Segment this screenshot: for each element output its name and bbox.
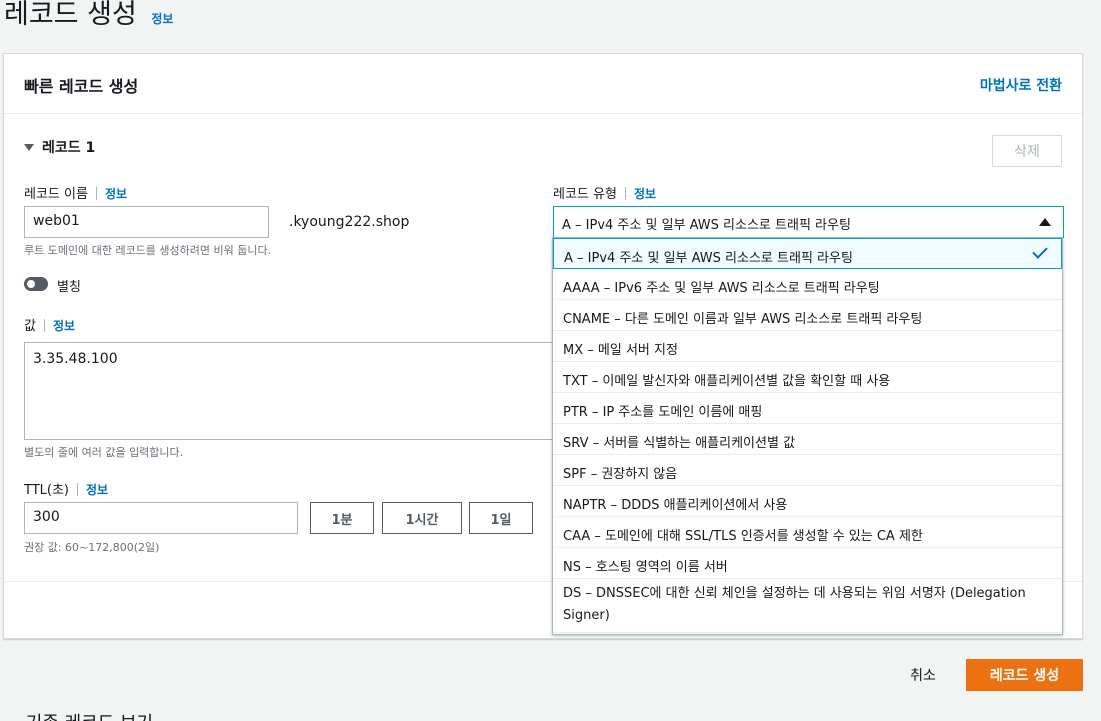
- toggle-knob: [27, 280, 35, 288]
- value-hint: 별도의 줄에 여러 값을 입력합니다.: [24, 446, 184, 459]
- page-title: 레코드 생성 정보: [4, 0, 173, 31]
- option-srv[interactable]: SRV – 서버를 식별하는 애플리케이션별 값: [553, 424, 1062, 455]
- ttl-1-minute-button[interactable]: 1분: [310, 502, 374, 534]
- delete-button[interactable]: 삭제: [992, 135, 1062, 167]
- record-type-select[interactable]: A – IPv4 주소 및 일부 AWS 리소스로 트래픽 라우팅: [553, 206, 1064, 238]
- ttl-input[interactable]: 300: [24, 502, 298, 534]
- caret-down-icon: [24, 143, 34, 151]
- value-info-link[interactable]: 정보: [53, 319, 75, 333]
- option-aaaa[interactable]: AAAA – IPv6 주소 및 일부 AWS 리소스로 트래픽 라우팅: [553, 269, 1062, 300]
- value-label-text: 값: [24, 319, 36, 334]
- page-title-text: 레코드 생성: [4, 0, 137, 30]
- record-type-selected-text: A – IPv4 주소 및 일부 AWS 리소스로 트래픽 라우팅: [562, 218, 851, 233]
- page-info-link[interactable]: 정보: [151, 12, 173, 26]
- record-header-label: 레코드 1: [42, 140, 96, 156]
- option-a[interactable]: A – IPv4 주소 및 일부 AWS 리소스로 트래픽 라우팅: [553, 238, 1062, 269]
- record-name-info-link[interactable]: 정보: [105, 187, 127, 201]
- option-caa[interactable]: CAA – 도메인에 대해 SSL/TLS 인증서를 생성할 수 있는 CA 제…: [553, 517, 1062, 548]
- option-spf[interactable]: SPF – 권장하지 않음: [553, 455, 1062, 486]
- record-type-label-text: 레코드 유형: [553, 187, 617, 202]
- ttl-1-hour-button[interactable]: 1시간: [382, 502, 462, 534]
- ttl-hint: 권장 값: 60~172,800(2일): [24, 541, 160, 554]
- option-label: A – IPv4 주소 및 일부 AWS 리소스로 트래픽 라우팅: [564, 251, 853, 266]
- record-type-label: 레코드 유형 정보: [553, 183, 656, 202]
- record-name-hint: 루트 도메인에 대한 레코드를 생성하려면 비워 둡니다.: [24, 244, 272, 257]
- option-naptr[interactable]: NAPTR – DDDS 애플리케이션에서 사용: [553, 486, 1062, 517]
- option-ptr[interactable]: PTR – IP 주소를 도메인 이름에 매핑: [553, 393, 1062, 424]
- cancel-button[interactable]: 취소: [896, 660, 950, 690]
- domain-suffix: .kyoung222.shop: [289, 214, 410, 230]
- switch-to-wizard-link[interactable]: 마법사로 전환: [980, 75, 1062, 95]
- ttl-label-text: TTL(초): [24, 483, 69, 498]
- ttl-info-link[interactable]: 정보: [86, 483, 108, 497]
- ttl-label: TTL(초) 정보: [24, 479, 108, 498]
- record-type-info-link[interactable]: 정보: [634, 187, 656, 201]
- record-name-input[interactable]: web01: [24, 206, 269, 238]
- record-type-dropdown: A – IPv4 주소 및 일부 AWS 리소스로 트래픽 라우팅 AAAA –…: [552, 237, 1063, 635]
- ttl-1-day-button[interactable]: 1일: [469, 502, 533, 534]
- card-title: 빠른 레코드 생성: [24, 77, 139, 96]
- check-icon: [1032, 243, 1048, 259]
- record-name-label: 레코드 이름 정보: [24, 183, 127, 202]
- option-ns[interactable]: NS – 호스팅 영역의 이름 서버: [553, 548, 1062, 579]
- caret-up-icon: [1039, 218, 1051, 226]
- record-name-label-text: 레코드 이름: [24, 187, 88, 202]
- create-records-button[interactable]: 레코드 생성: [966, 659, 1083, 691]
- alias-label: 별칭: [57, 280, 81, 295]
- existing-records-label: 기존 레코드 보기: [26, 713, 153, 721]
- option-cname[interactable]: CNAME – 다른 도메인 이름과 일부 AWS 리소스로 트래픽 라우팅: [553, 300, 1062, 331]
- alias-toggle[interactable]: [24, 277, 48, 291]
- option-mx[interactable]: MX – 메일 서버 지정: [553, 331, 1062, 362]
- option-ds[interactable]: DS – DNSSEC에 대한 신뢰 체인을 설정하는 데 사용되는 위임 서명…: [553, 579, 1062, 633]
- record-1-toggle[interactable]: 레코드 1: [24, 137, 95, 157]
- existing-records-toggle[interactable]: 기존 레코드 보기: [4, 709, 153, 721]
- option-txt[interactable]: TXT – 이메일 발신자와 애플리케이션별 값을 확인할 때 사용: [553, 362, 1062, 393]
- value-label: 값 정보: [24, 315, 75, 334]
- card-header: 빠른 레코드 생성 마법사로 전환: [4, 54, 1082, 114]
- value-textarea[interactable]: 3.35.48.100: [24, 342, 564, 440]
